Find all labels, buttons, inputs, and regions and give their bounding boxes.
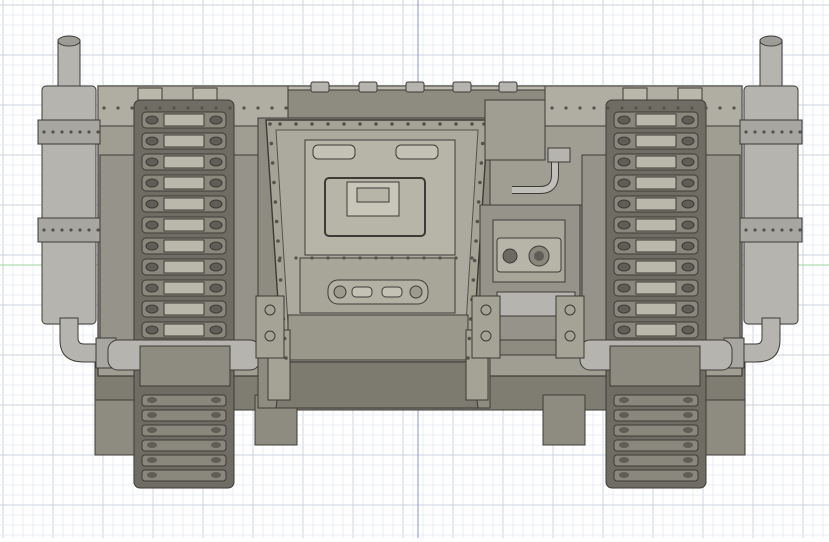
- track-link: [613, 279, 699, 297]
- track-link: [141, 153, 227, 171]
- track-link: [613, 258, 699, 276]
- lower-track-link: [613, 454, 699, 467]
- right-hinge: [395, 144, 439, 160]
- door-latch-chain: [327, 279, 429, 305]
- lower-track-link: [613, 439, 699, 452]
- lower-track-link: [141, 394, 227, 407]
- lower-track-link: [613, 394, 699, 407]
- track-link: [613, 216, 699, 234]
- lower-track-link: [613, 409, 699, 422]
- rear-door-assembly: [257, 117, 491, 409]
- track-link: [613, 132, 699, 150]
- left-track: [133, 99, 235, 489]
- track-link: [613, 300, 699, 318]
- left-hinge: [312, 144, 356, 160]
- track-link: [141, 321, 227, 339]
- lower-track-link: [141, 409, 227, 422]
- model-canvas[interactable]: [0, 0, 829, 538]
- tank-rear-view-model[interactable]: [37, 35, 803, 489]
- right-track: [605, 99, 707, 489]
- track-link: [141, 174, 227, 192]
- track-link: [613, 153, 699, 171]
- lower-track-link: [141, 454, 227, 467]
- track-link: [141, 111, 227, 129]
- track-link: [613, 195, 699, 213]
- lower-track-link: [613, 424, 699, 437]
- track-link: [141, 300, 227, 318]
- track-link: [141, 279, 227, 297]
- lower-track-link: [141, 424, 227, 437]
- left-lower-block: [94, 399, 136, 456]
- lower-track-link: [141, 469, 227, 482]
- rear-ramp: [275, 361, 479, 409]
- right-lower-block: [704, 399, 746, 456]
- track-link: [613, 174, 699, 192]
- track-link: [613, 237, 699, 255]
- right-skid: [542, 394, 586, 446]
- track-link: [141, 237, 227, 255]
- track-link: [613, 321, 699, 339]
- track-link: [141, 258, 227, 276]
- track-link: [141, 195, 227, 213]
- lower-track-link: [613, 469, 699, 482]
- track-link: [613, 111, 699, 129]
- track-link: [141, 132, 227, 150]
- design-viewport-canvas[interactable]: [0, 0, 829, 538]
- tow-socket-left: [502, 248, 518, 264]
- lower-track-link: [141, 439, 227, 452]
- track-link: [141, 216, 227, 234]
